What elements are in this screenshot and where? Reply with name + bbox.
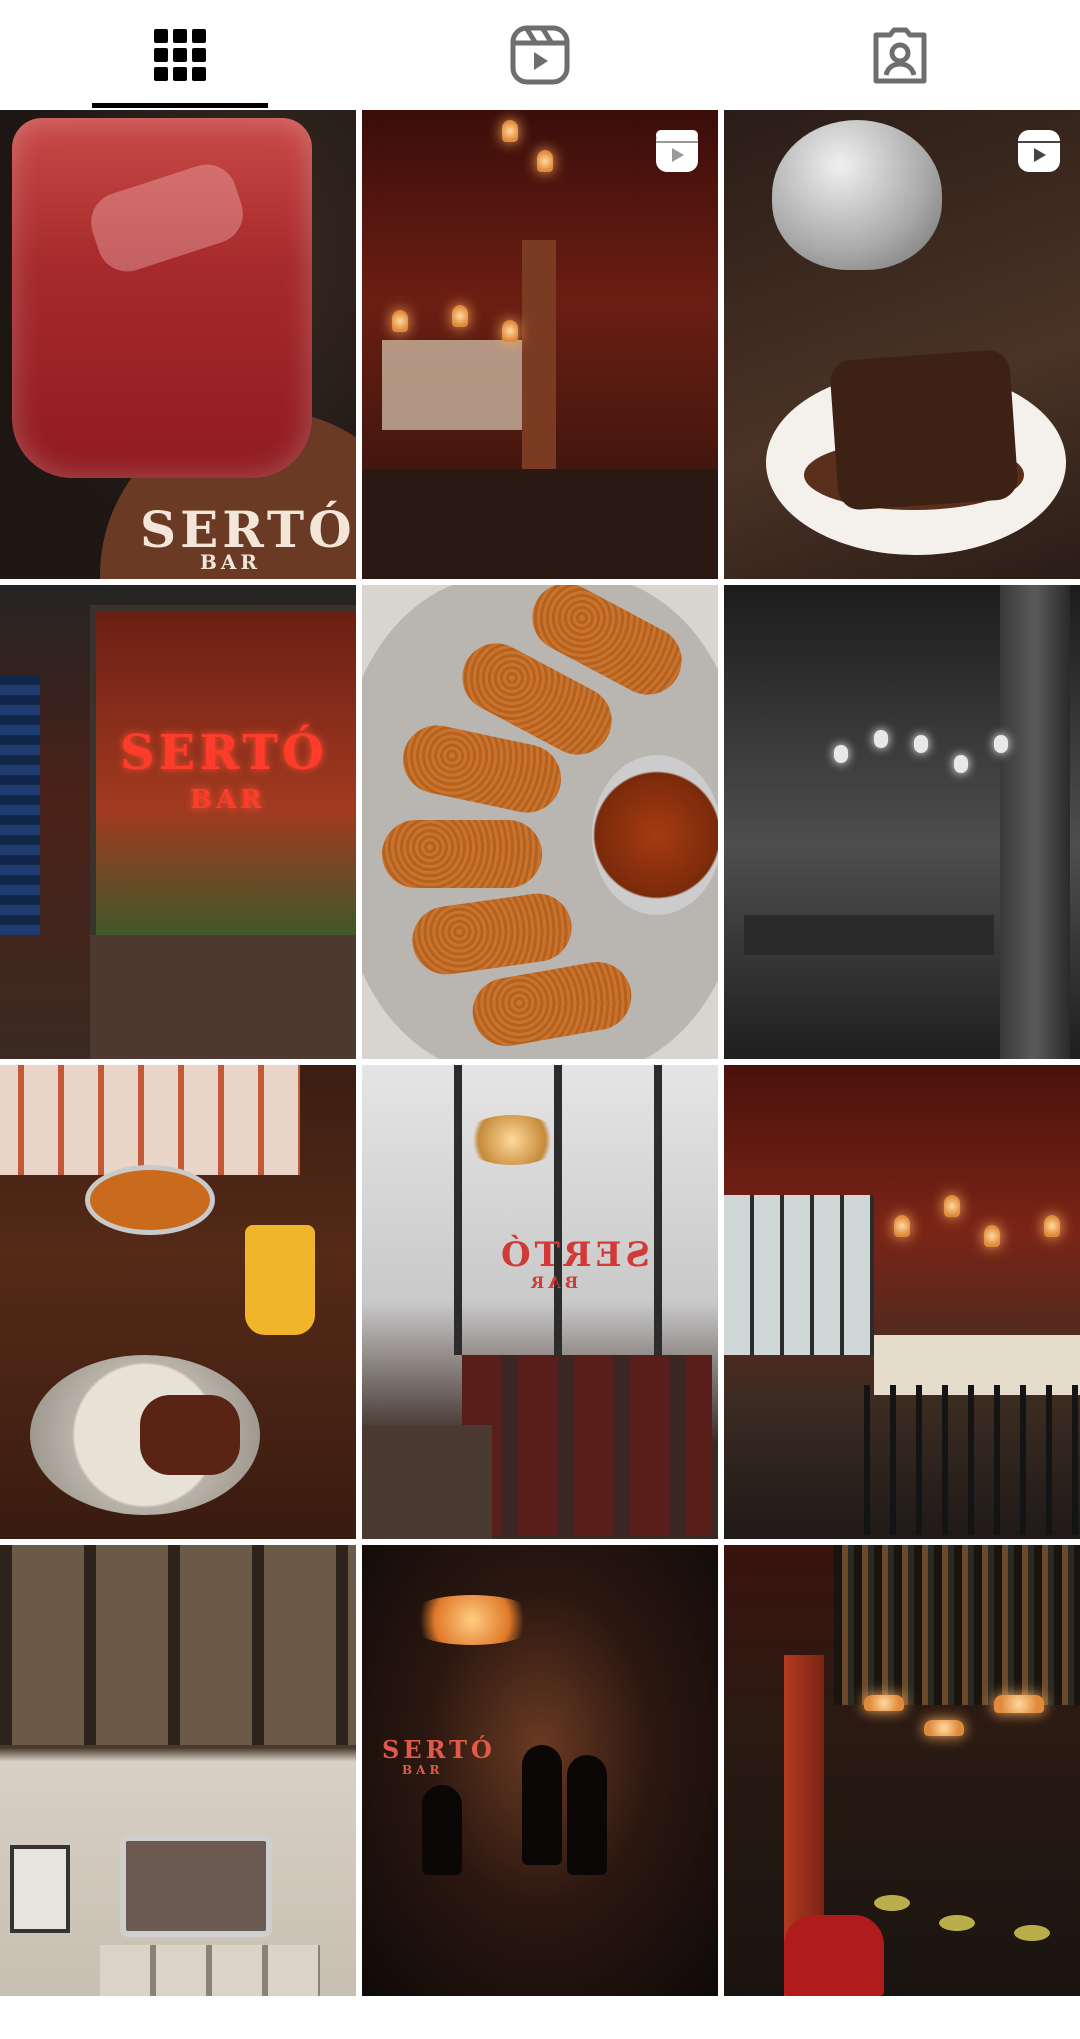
window-sign-subtext: BAR: [402, 1763, 444, 1777]
bottle-shelves: [834, 1545, 1080, 1705]
post-tile[interactable]: [0, 1065, 356, 1539]
framed-portrait: [10, 1845, 70, 1933]
grid-icon: [154, 29, 206, 81]
chandelier: [462, 1115, 562, 1165]
reel-badge-icon: [1018, 130, 1060, 172]
post-tile[interactable]: SERTÓ BAR: [0, 585, 356, 1059]
window-sign-text: SERTÓ: [497, 1235, 651, 1275]
post-tile[interactable]: [0, 1545, 356, 1996]
lamp: [452, 305, 468, 327]
photo-cabinets: [0, 1545, 356, 1745]
post-tile[interactable]: [362, 110, 718, 579]
chandelier: [402, 1595, 542, 1645]
lamp: [502, 320, 518, 342]
drink-glass: [12, 118, 312, 478]
teapot: [772, 120, 942, 270]
coaster-logo-subtext: BAR: [200, 550, 262, 574]
soup-bowl: [85, 1165, 215, 1235]
post-tile[interactable]: [724, 1065, 1080, 1539]
tab-reels[interactable]: [360, 0, 720, 110]
post-tile[interactable]: [724, 110, 1080, 579]
neon-sign-subtext: BAR: [190, 785, 266, 815]
lamp: [392, 310, 408, 332]
window-frames: [362, 1065, 718, 1355]
window-sign-text: SERTÓ: [382, 1735, 496, 1764]
post-tile[interactable]: SERTÓ BAR: [0, 110, 356, 579]
post-tile[interactable]: [724, 1545, 1080, 1996]
window-sign-subtext: BAR: [527, 1273, 579, 1292]
juice-glass: [245, 1225, 315, 1335]
chocolate-cake: [828, 348, 1020, 512]
profile-tab-bar: [0, 0, 1080, 110]
post-tile[interactable]: SERTÓ BAR: [362, 1065, 718, 1539]
posts-grid: SERTÓ BAR SERTÓ BAR SERTÓ BAR SERTÓ BAR: [0, 110, 1080, 1996]
storefront-door: [90, 935, 356, 1059]
post-tile[interactable]: SERTÓ BAR: [362, 1545, 718, 1996]
post-tile[interactable]: [362, 585, 718, 1059]
sauce-bowl: [592, 755, 718, 915]
lamp: [537, 150, 553, 172]
croquette: [382, 820, 542, 888]
reels-icon: [510, 25, 570, 85]
tab-posts[interactable]: [0, 0, 360, 110]
neon-sign-text: SERTÓ: [120, 725, 328, 781]
tab-tagged[interactable]: [720, 0, 1080, 110]
lamp: [502, 120, 518, 142]
post-tile[interactable]: [724, 585, 1080, 1059]
active-tab-indicator: [92, 103, 268, 108]
tagged-person-icon: [873, 27, 927, 84]
reel-badge-icon: [656, 130, 698, 172]
